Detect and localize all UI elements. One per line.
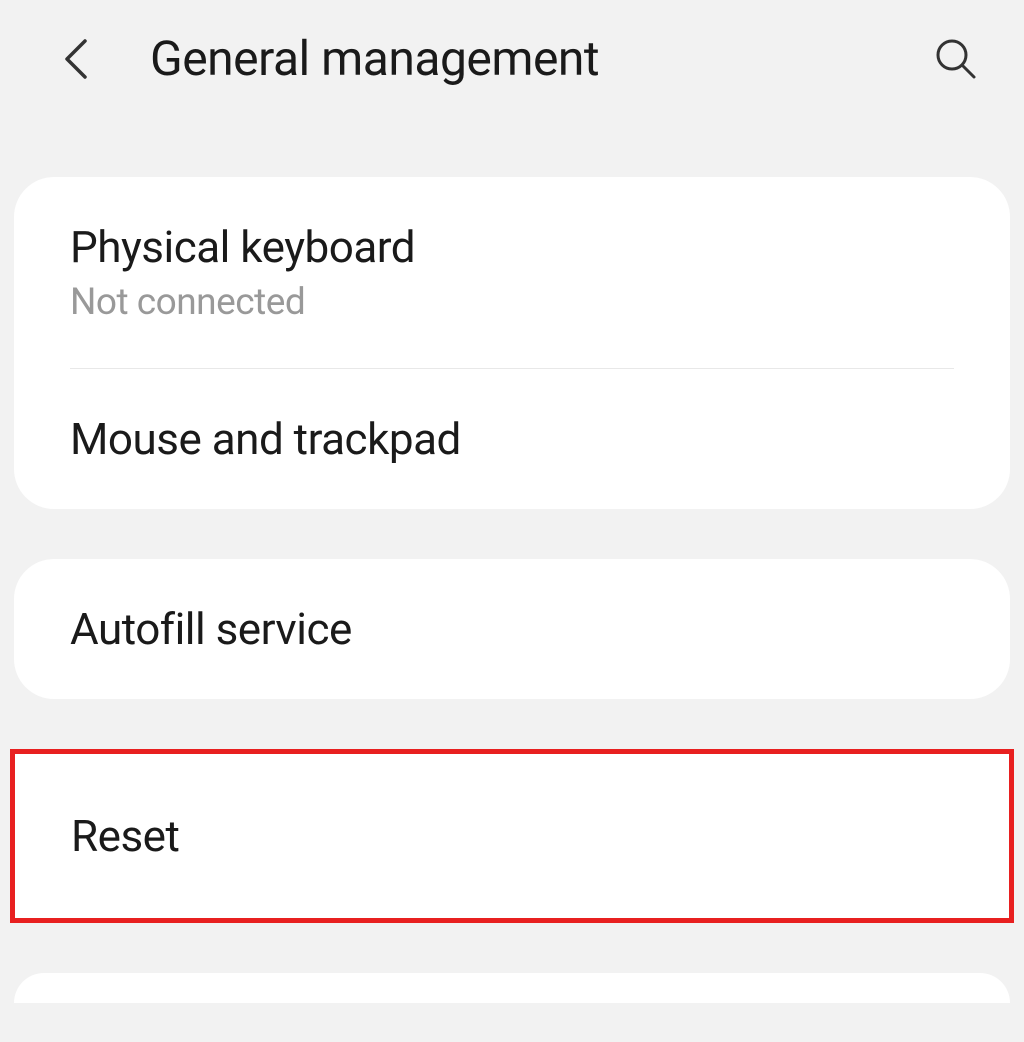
settings-group-3: Reset <box>10 749 1014 923</box>
item-subtitle: Not connected <box>70 281 954 324</box>
item-title: Autofill service <box>70 603 954 655</box>
back-button[interactable] <box>50 34 100 84</box>
settings-group-4 <box>14 973 1010 1003</box>
item-title: Physical keyboard <box>70 221 954 273</box>
mouse-trackpad-item[interactable]: Mouse and trackpad <box>14 369 1010 509</box>
settings-group-1: Physical keyboard Not connected Mouse an… <box>14 177 1010 509</box>
page-title: General management <box>150 30 878 87</box>
header: General management <box>0 0 1024 117</box>
item-title: Reset <box>71 810 953 862</box>
reset-item[interactable]: Reset <box>15 754 1009 918</box>
back-icon <box>61 37 89 81</box>
item-title: Mouse and trackpad <box>70 413 954 465</box>
search-button[interactable] <box>928 31 984 87</box>
search-icon <box>934 37 978 81</box>
content: Physical keyboard Not connected Mouse an… <box>0 117 1024 1003</box>
autofill-service-item[interactable]: Autofill service <box>14 559 1010 699</box>
settings-group-2: Autofill service <box>14 559 1010 699</box>
physical-keyboard-item[interactable]: Physical keyboard Not connected <box>14 177 1010 368</box>
